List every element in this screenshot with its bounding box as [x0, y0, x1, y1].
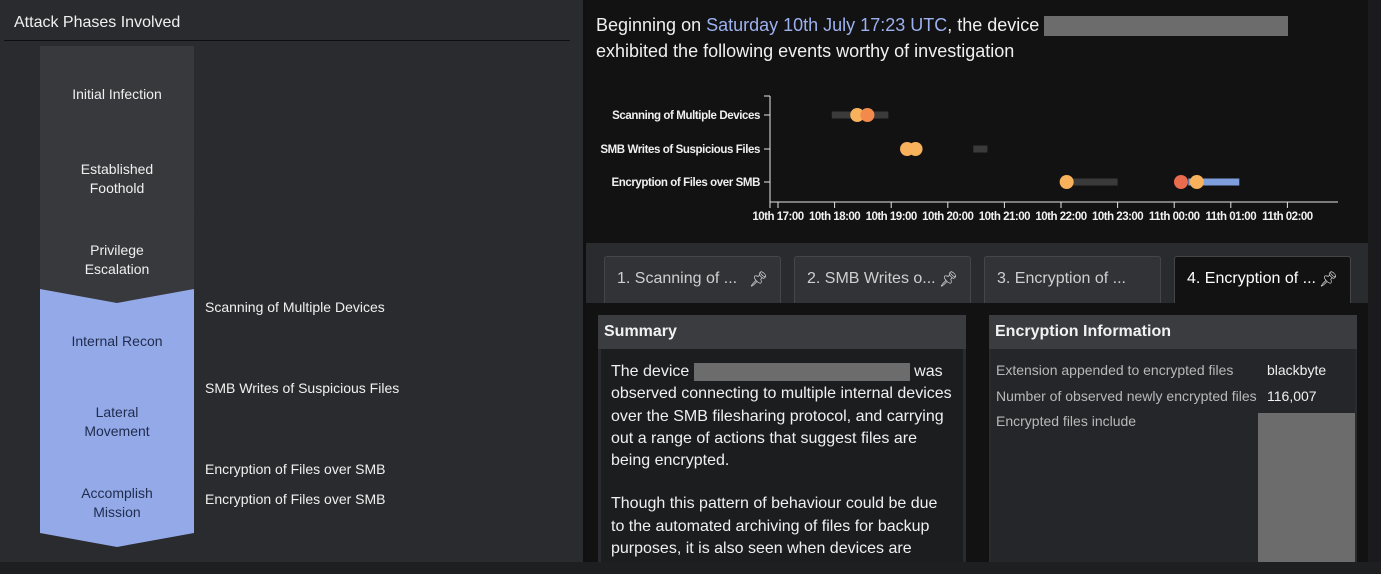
event-encryption-2[interactable]: Encryption of Files over SMB — [205, 491, 386, 507]
tab-encryption-3[interactable]: 3. Encryption of ... — [984, 256, 1161, 303]
headline-middle: , the device — [947, 15, 1045, 35]
phase-internal-recon: Internal Recon — [40, 289, 194, 385]
x-tick-label: 11th 02:00 — [1262, 211, 1313, 223]
y-tick-label: Encryption of Files over SMB — [611, 177, 760, 189]
title-divider — [4, 40, 570, 41]
event-range-bar — [1066, 178, 1118, 186]
x-tick-label: 10th 19:00 — [866, 211, 917, 223]
redacted-file-list — [1258, 413, 1355, 562]
summary-title: Summary — [598, 315, 966, 349]
event-headline: Beginning on Saturday 10th July 17:23 UT… — [596, 12, 1289, 64]
event-point — [1059, 175, 1074, 189]
attack-phases-panel: Attack Phases Involved Initial Infection… — [0, 0, 583, 574]
event-scanning[interactable]: Scanning of Multiple Devices — [205, 299, 385, 315]
tab-label: 2. SMB Writes o... — [807, 270, 936, 287]
phase-accomplish-mission: Accomplish Mission — [40, 451, 194, 547]
encryption-title: Encryption Information — [989, 315, 1357, 349]
tab-scanning[interactable]: 1. Scanning of ... 📌︎ — [604, 256, 781, 303]
summary-paragraph-2: Though this pattern of behaviour could b… — [611, 495, 938, 558]
attack-phases-title: Attack Phases Involved — [14, 14, 181, 31]
x-tick-label: 11th 01:00 — [1205, 211, 1256, 223]
redacted-device-name — [1044, 16, 1289, 37]
event-point — [1189, 175, 1204, 189]
pin-icon[interactable]: 📌︎ — [1319, 270, 1338, 288]
pin-icon[interactable]: 📌︎ — [939, 270, 958, 288]
x-tick-label: 10th 20:00 — [922, 211, 973, 223]
x-tick-label: 10th 22:00 — [1035, 211, 1086, 223]
tab-encryption-4[interactable]: 4. Encryption of ... 📌︎ — [1174, 256, 1351, 303]
encrypted-files-key: Encrypted files include — [996, 413, 1137, 429]
encrypted-count-key: Number of observed newly encrypted files — [996, 388, 1257, 404]
y-tick-label: SMB Writes of Suspicious Files — [600, 144, 760, 156]
x-tick-label: 11th 00:00 — [1149, 211, 1200, 223]
headline-date: Saturday 10th July 17:23 UTC — [706, 15, 948, 35]
tab-smb-writes[interactable]: 2. SMB Writes o... 📌︎ — [794, 256, 971, 303]
x-tick-label: 10th 17:00 — [752, 211, 803, 223]
event-smb-writes[interactable]: SMB Writes of Suspicious Files — [205, 380, 399, 396]
y-tick-label: Scanning of Multiple Devices — [612, 110, 760, 122]
bottom-scrollbar[interactable] — [0, 562, 1381, 574]
tab-label: 4. Encryption of ... — [1187, 270, 1316, 287]
x-tick-label: 10th 18:00 — [809, 211, 860, 223]
event-point — [908, 142, 923, 156]
pin-icon[interactable]: 📌︎ — [749, 270, 768, 288]
event-point — [1173, 175, 1188, 189]
right-edge — [1368, 0, 1381, 574]
summary-text: The device was observed connecting to mu… — [601, 349, 963, 574]
headline-suffix: exhibited the following events worthy of… — [596, 41, 1015, 61]
headline-prefix: Beginning on — [596, 15, 707, 35]
event-point — [860, 108, 875, 122]
event-details-panel: Beginning on Saturday 10th July 17:23 UT… — [586, 0, 1368, 574]
encrypted-count-value: 116,007 — [1267, 388, 1317, 404]
extension-key: Extension appended to encrypted files — [996, 362, 1234, 378]
phase-privilege-escalation: Privilege Escalation — [40, 208, 194, 304]
phase-label: Initial Infection — [72, 85, 162, 102]
phase-label: Accomplish Mission — [81, 485, 153, 520]
x-tick-label: 10th 21:00 — [979, 211, 1030, 223]
x-tick-label: 10th 23:00 — [1092, 211, 1143, 223]
phase-label: Established Foothold — [80, 161, 154, 196]
event-timeline-chart: Scanning of Multiple Devices SMB Writes o… — [600, 95, 1338, 223]
phase-lateral-movement: Lateral Movement — [40, 370, 194, 466]
redacted-device-name — [693, 362, 910, 381]
tab-label: 3. Encryption of ... — [997, 270, 1126, 287]
event-encryption-1[interactable]: Encryption of Files over SMB — [205, 461, 386, 477]
extension-value: blackbyte — [1267, 362, 1327, 378]
phase-established-foothold: Established Foothold — [40, 127, 194, 223]
event-range-bar — [973, 145, 988, 153]
phase-initial-infection: Initial Infection — [40, 46, 194, 142]
summary-paragraph-1: The device was observed connecting to mu… — [611, 361, 953, 472]
phase-label: Lateral Movement — [84, 404, 150, 439]
tab-label: 1. Scanning of ... — [617, 270, 738, 287]
phase-label: Internal Recon — [71, 332, 163, 349]
phase-label: Privilege Escalation — [84, 242, 150, 277]
summary-p1-start: The device — [611, 363, 694, 380]
